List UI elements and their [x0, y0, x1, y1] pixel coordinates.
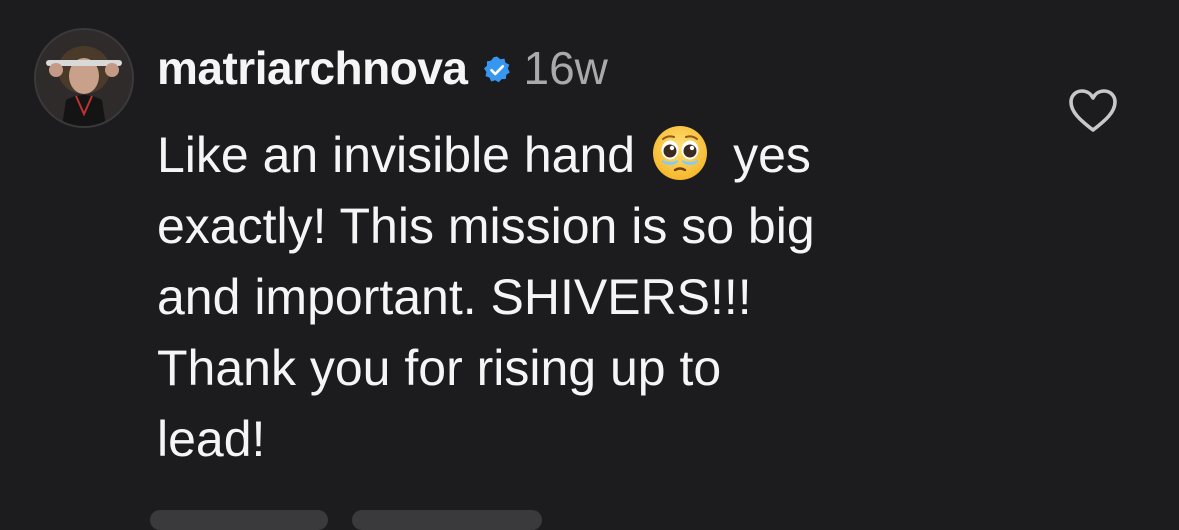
comment-header: matriarchnova 16w [157, 36, 608, 100]
comment-line-1-end: yes [733, 127, 811, 183]
comment-line-4: Thank you for rising up to [157, 340, 722, 396]
comment: matriarchnova 16w Like an invisible hand [0, 0, 1179, 530]
verified-badge-icon [482, 55, 512, 85]
see-translation-pill[interactable] [352, 510, 542, 530]
reply-action-pill[interactable] [150, 510, 328, 530]
comment-line-1: Like an invisible hand yes [157, 120, 1037, 191]
comment-line-3: and important. SHIVERS!!! [157, 269, 752, 325]
comment-line-2: exactly! This mission is so big [157, 198, 815, 254]
timestamp: 16w [523, 42, 608, 94]
pleading-face-emoji-icon [651, 124, 709, 182]
heart-outline-icon [1069, 89, 1117, 132]
comment-line-1-start: Like an invisible hand [157, 127, 636, 183]
like-button[interactable] [1068, 88, 1118, 134]
comment-line-5: lead! [157, 411, 266, 467]
avatar-image [36, 30, 132, 126]
comment-text: Like an invisible hand yes exactly! This… [157, 120, 1037, 475]
avatar[interactable] [36, 30, 132, 126]
username[interactable]: matriarchnova [157, 41, 468, 95]
